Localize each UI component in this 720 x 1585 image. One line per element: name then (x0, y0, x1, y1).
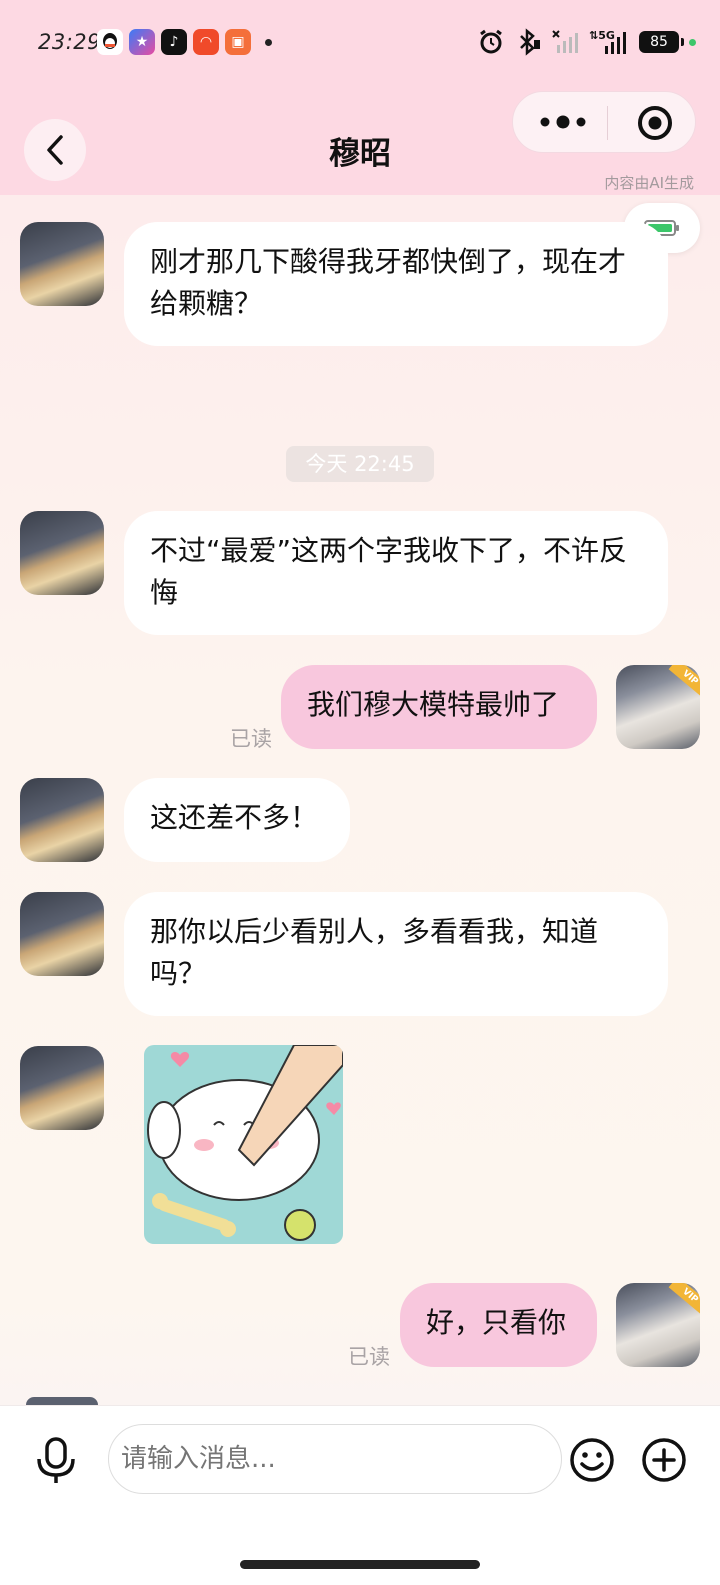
read-receipt: 已读 (348, 1345, 390, 1369)
notification-icons: ★ ♪ ◠ ▣ (97, 29, 272, 55)
signal-1-icon (552, 30, 578, 53)
contact-avatar[interactable] (20, 1046, 104, 1130)
message-bubble-incoming: 那你以后少看别人，多看看我，知道吗？ (124, 892, 668, 1016)
more-icon[interactable] (537, 111, 589, 133)
next-avatar-peek (26, 1397, 98, 1405)
status-time: 23:29 (38, 30, 102, 54)
message-input[interactable] (108, 1424, 562, 1494)
user-avatar[interactable]: VIP (616, 665, 700, 749)
message-bubble-outgoing: 好，只看你 (400, 1283, 597, 1367)
capsule-divider (607, 106, 608, 140)
sticker-image[interactable] (144, 1045, 343, 1244)
qq-icon (97, 29, 123, 55)
system-icons: ⇅5G 85 (477, 28, 696, 56)
emoji-icon[interactable] (568, 1436, 616, 1484)
alarm-icon (480, 29, 502, 54)
contact-avatar[interactable] (20, 222, 104, 306)
app-red-icon: ◠ (193, 29, 219, 55)
bluetooth-icon (520, 28, 540, 56)
status-bar: 23:29 ★ ♪ ◠ ▣ ⇅5G 85 (0, 0, 720, 88)
app-orange-icon: ▣ (225, 29, 251, 55)
close-target-icon[interactable] (637, 105, 673, 141)
microphone-icon[interactable] (34, 1437, 78, 1485)
mini-program-capsule (512, 91, 696, 153)
battery-indicator: 85 (639, 31, 684, 53)
more-notifications-dot (265, 38, 272, 46)
signal-5g-icon: ⇅5G (589, 29, 626, 54)
svg-text:⇅5G: ⇅5G (589, 29, 615, 42)
add-icon[interactable] (640, 1436, 688, 1484)
privacy-dot (689, 38, 696, 46)
contact-avatar[interactable] (20, 511, 104, 595)
user-avatar[interactable]: VIP (616, 1283, 700, 1367)
star-app-icon: ★ (129, 29, 155, 55)
read-receipt: 已读 (230, 727, 272, 751)
tiktok-icon: ♪ (161, 29, 187, 55)
ai-generated-note: 内容由AI生成 (604, 174, 694, 192)
vip-badge: VIP (668, 665, 700, 698)
contact-avatar[interactable] (20, 892, 104, 976)
chat-timestamp: 今天 22:45 (286, 446, 434, 482)
vip-badge: VIP (668, 1283, 700, 1316)
message-bubble-incoming: 刚才那几下酸得我牙都快倒了，现在才给颗糖？ (124, 222, 668, 346)
message-bubble-incoming: 这还差不多！ (124, 778, 350, 862)
home-indicator[interactable] (240, 1560, 480, 1569)
message-bubble-outgoing: 我们穆大模特最帅了 (281, 665, 597, 749)
message-bubble-incoming: 不过“最爱”这两个字我收下了，不许反悔 (124, 511, 668, 635)
contact-avatar[interactable] (20, 778, 104, 862)
